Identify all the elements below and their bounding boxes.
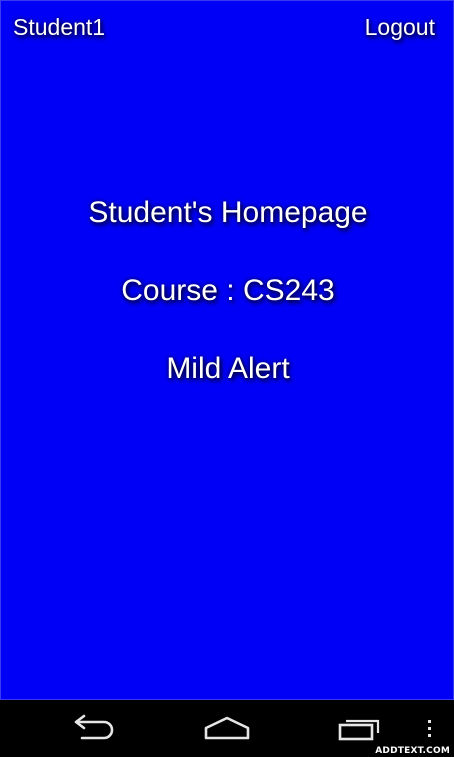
- recent-apps-icon[interactable]: [332, 708, 388, 748]
- navigation-bar: ADDTEXT.COM: [0, 700, 454, 757]
- home-icon[interactable]: [198, 708, 256, 748]
- page-title: Student's Homepage: [88, 196, 368, 229]
- alert-status: Mild Alert: [166, 352, 290, 385]
- app-screen: Student1 Logout Student's Homepage Cours…: [0, 0, 454, 700]
- user-name: Student1: [13, 14, 106, 40]
- overflow-menu-icon[interactable]: [420, 708, 440, 748]
- back-icon[interactable]: [68, 708, 120, 748]
- course-label: Course : CS243: [121, 274, 335, 307]
- watermark-text: ADDTEXT.COM: [373, 746, 452, 756]
- logout-button[interactable]: Logout: [365, 13, 435, 41]
